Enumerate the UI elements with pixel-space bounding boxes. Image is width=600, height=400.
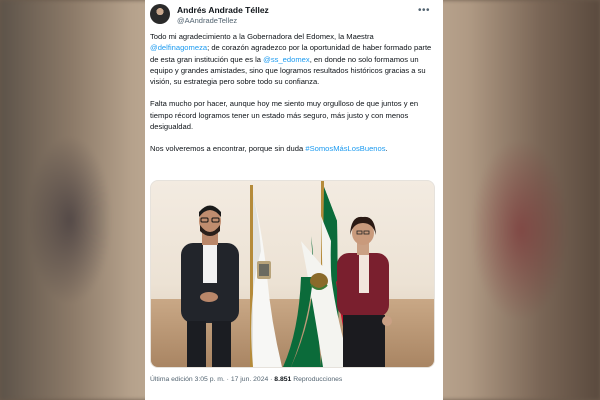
views-count: 8.851 — [274, 376, 292, 383]
tweet-header: Andrés Andrade Téllez @AAndradeTellez ••… — [150, 4, 438, 28]
woman-figure — [337, 216, 392, 367]
tweet-paragraph-2: Falta mucho por hacer, aunque hoy me sie… — [150, 99, 419, 132]
views-label: Reproducciones — [291, 376, 343, 383]
man-figure — [181, 205, 239, 367]
author-name[interactable]: Andrés Andrade Téllez — [177, 5, 269, 15]
mention-delfinagomeza[interactable]: @delfinagomeza — [150, 43, 207, 52]
paragraph-text: . — [385, 144, 388, 154]
tweet-photo[interactable] — [150, 180, 435, 368]
paragraph-text: Todo mi agradecimiento a la Gobernadora … — [150, 32, 374, 41]
photo-illustration — [181, 181, 392, 367]
paragraph-text: Nos volveremos a encontrar, porque sin d… — [150, 144, 306, 154]
author-handle[interactable]: @AAndradeTellez — [177, 16, 237, 25]
tweet-paragraph-3: Nos volveremos a encontrar, porque sin d… — [150, 143, 434, 154]
hashtag-link[interactable]: #SomosMásLosBuenos — [305, 144, 385, 153]
mention-ss-edomex[interactable]: @ss_edomex — [263, 55, 310, 64]
tweet-text: Todo mi agradecimiento a la Gobernadora … — [150, 31, 434, 166]
tweet-footer: Última edición 3:05 p. m. · 17 jun. 2024… — [150, 376, 342, 383]
state-flag — [250, 185, 282, 367]
avatar[interactable] — [150, 4, 170, 24]
edited-timestamp: Última edición 3:05 p. m. · 17 jun. 2024… — [150, 376, 275, 383]
tweet-card: Andrés Andrade Téllez @AAndradeTellez ••… — [145, 0, 443, 400]
tweet-paragraph-1: Todo mi agradecimiento a la Gobernadora … — [150, 31, 434, 87]
more-options-icon[interactable]: ••• — [418, 5, 430, 16]
